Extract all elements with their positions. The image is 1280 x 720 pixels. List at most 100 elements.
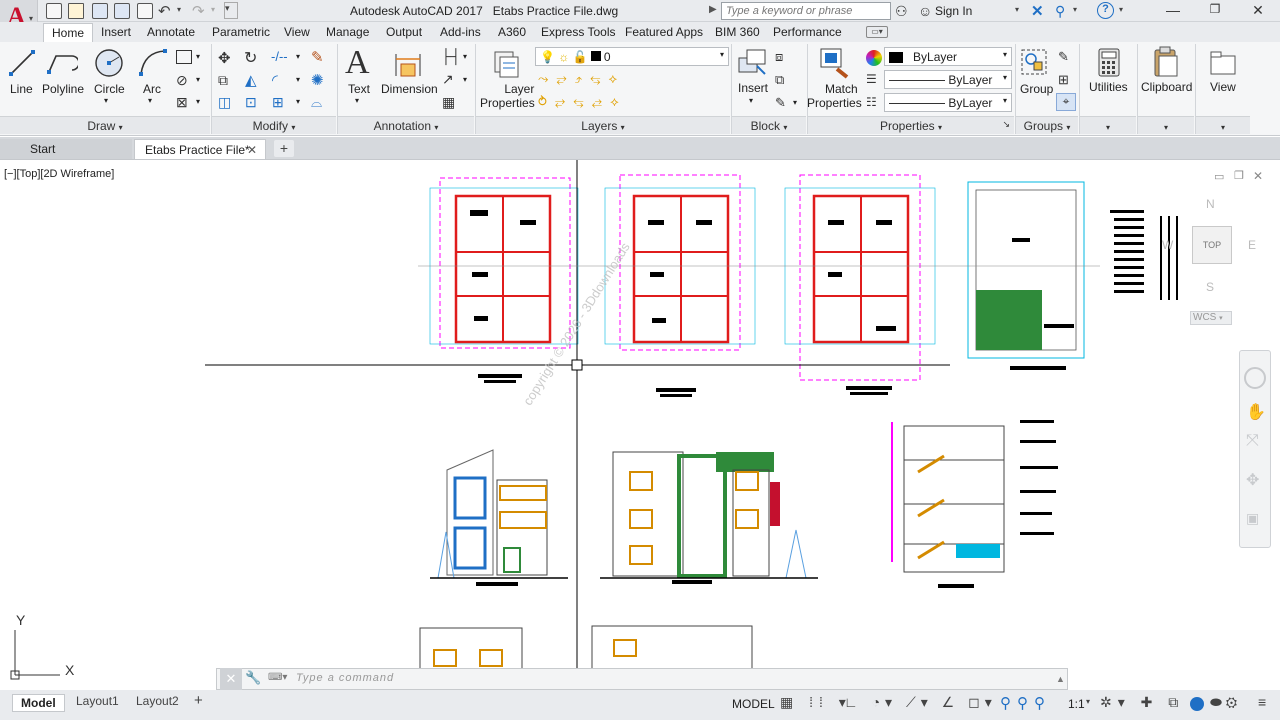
dimension-button[interactable]: Dimension: [381, 82, 438, 96]
boundary-icon[interactable]: ⊠: [176, 94, 188, 111]
new-layout-icon[interactable]: +: [194, 692, 203, 709]
insert-dropdown-icon[interactable]: ▾: [749, 96, 753, 105]
layer-dropdown[interactable]: 💡 ☼ 🔓 0 ▾: [535, 47, 729, 66]
match-properties-button[interactable]: Match Properties: [807, 82, 869, 110]
table-icon[interactable]: ▦: [442, 94, 455, 111]
circle-dropdown-icon[interactable]: ▾: [104, 96, 108, 105]
linear-dimension-icon[interactable]: ├┤: [441, 48, 461, 64]
save-as-icon[interactable]: [114, 3, 130, 19]
offset-icon[interactable]: ⌓: [311, 94, 322, 111]
create-block-icon[interactable]: ⧈: [775, 49, 783, 65]
close-tab-icon[interactable]: ✕: [247, 143, 257, 157]
fillet-dropdown-icon[interactable]: ▾: [296, 75, 300, 84]
new-file-icon[interactable]: [46, 3, 62, 19]
clipboard-panel-footer[interactable]: ▾: [1138, 116, 1194, 134]
ribbon-minimize-icon[interactable]: ▭▾: [866, 26, 888, 38]
layout2-tab[interactable]: Layout2: [130, 694, 185, 708]
group-edit-icon[interactable]: ⊞: [1058, 72, 1069, 88]
groups-panel-footer[interactable]: Groups ▾: [1016, 116, 1078, 134]
edit-block-icon[interactable]: ⧉: [775, 72, 784, 88]
model-layout-tab[interactable]: Model: [12, 694, 65, 712]
model-space-button[interactable]: MODEL: [732, 697, 775, 711]
viewcube-top-face[interactable]: TOP: [1192, 226, 1232, 264]
line-button[interactable]: Line: [10, 82, 33, 96]
properties-dialog-launcher-icon[interactable]: ↘: [1002, 119, 1010, 130]
array-icon[interactable]: ⊞: [272, 94, 284, 111]
wcs-menu[interactable]: WCS ▾: [1190, 311, 1232, 325]
help-icon[interactable]: ?: [1097, 2, 1114, 19]
viewcube-south-label[interactable]: S: [1206, 280, 1214, 294]
start-tab[interactable]: Start: [0, 139, 132, 159]
draw-panel-footer[interactable]: Draw ▾: [0, 116, 210, 134]
undo-icon[interactable]: ↶: [158, 2, 171, 20]
tab-insert[interactable]: Insert: [101, 23, 131, 41]
clipboard-button[interactable]: Clipboard: [1141, 80, 1192, 94]
circle-button[interactable]: Circle: [94, 82, 125, 96]
rotate-icon[interactable]: ↻: [244, 48, 257, 68]
group-button[interactable]: Group: [1020, 82, 1053, 96]
viewport-close-icon[interactable]: ✕: [1253, 169, 1263, 183]
sign-in-button[interactable]: Sign In: [935, 4, 972, 18]
status-toggles-mid[interactable]: ∟ ◔▾ ⟋▾ ∠ ◻▾: [844, 694, 997, 711]
layer-tools-row2[interactable]: ⥁⥂⥃⥄⟡: [538, 94, 627, 110]
redo-dropdown-icon[interactable]: ▾: [211, 5, 215, 14]
erase-icon[interactable]: ✎: [311, 48, 324, 66]
viewport-controls-label[interactable]: [−][Top][2D Wireframe]: [4, 168, 114, 180]
insert-button[interactable]: Insert: [738, 81, 768, 95]
layers-panel-footer[interactable]: Layers ▾: [476, 116, 730, 134]
command-input[interactable]: Type a command: [296, 672, 394, 684]
tab-manage[interactable]: Manage: [326, 23, 369, 41]
tab-add-ins[interactable]: Add-ins: [440, 23, 481, 41]
viewport-restore-icon[interactable]: ❐: [1234, 169, 1244, 182]
utilities-panel-footer[interactable]: ▾: [1080, 116, 1136, 134]
rectangle-dropdown-icon[interactable]: ▾: [196, 52, 200, 61]
viewcube-east-label[interactable]: E: [1248, 238, 1256, 252]
hatch-icon[interactable]: ⊘: [176, 72, 188, 89]
exchange-apps-icon[interactable]: ✕: [1031, 2, 1044, 20]
isolate-objects-icon[interactable]: ⬬ ⚙: [1210, 694, 1237, 711]
polyline-button[interactable]: Polyline: [42, 82, 84, 96]
arc-dropdown-icon[interactable]: ▾: [148, 96, 152, 105]
tab-annotate[interactable]: Annotate: [147, 23, 195, 41]
scale-icon[interactable]: ⊡: [245, 94, 257, 111]
customize-qat-icon[interactable]: ▾: [224, 2, 238, 19]
fillet-icon[interactable]: ◜: [272, 71, 278, 89]
help-dropdown-icon[interactable]: ▾: [1119, 5, 1123, 14]
redo-icon[interactable]: ↷: [192, 2, 205, 20]
status-toggles-left[interactable]: ▦ ⁞⁞ ▾: [780, 694, 852, 711]
open-file-icon[interactable]: [68, 3, 84, 19]
leader-dropdown-icon[interactable]: ▾: [463, 75, 467, 84]
recent-commands-icon[interactable]: ⌨▾: [268, 672, 287, 683]
tab-performance[interactable]: Performance: [773, 23, 842, 41]
edit-attributes-icon[interactable]: ✎: [775, 95, 786, 111]
save-icon[interactable]: [92, 3, 108, 19]
binoculars-icon[interactable]: ⚇: [895, 3, 908, 20]
tab-a360[interactable]: A360: [498, 23, 526, 41]
arc-button[interactable]: Arc: [143, 82, 161, 96]
text-button[interactable]: Text: [348, 82, 370, 96]
close-window-icon[interactable]: ✕: [1243, 2, 1273, 20]
steering-wheel-icon[interactable]: [1244, 367, 1266, 389]
annotation-scale[interactable]: 1:1: [1068, 697, 1085, 711]
view-button[interactable]: View: [1210, 80, 1236, 94]
stay-connected-dropdown-icon[interactable]: ▾: [1073, 5, 1077, 14]
tab-featured-apps[interactable]: Featured Apps: [625, 23, 703, 41]
explode-icon[interactable]: ✺: [311, 71, 324, 89]
rectangle-icon[interactable]: [176, 50, 192, 64]
hatch-dropdown-icon[interactable]: ▾: [196, 75, 200, 84]
restore-icon[interactable]: ❐: [1200, 2, 1230, 20]
pan-icon[interactable]: ✋: [1246, 402, 1266, 422]
hardware-acceleration-icon[interactable]: [1190, 697, 1204, 711]
view-panel-footer[interactable]: ▾: [1196, 116, 1250, 134]
active-file-tab[interactable]: Etabs Practice File* ✕: [134, 139, 266, 159]
modify-panel-footer[interactable]: Modify ▾: [212, 116, 336, 134]
customize-command-icon[interactable]: 🔧: [245, 670, 261, 686]
color-dropdown[interactable]: ByLayer ▾: [884, 47, 1012, 66]
properties-panel-footer[interactable]: Properties ▾ ↘: [808, 116, 1014, 134]
text-dropdown-icon[interactable]: ▾: [355, 96, 359, 105]
showmotion-icon[interactable]: ▣: [1246, 510, 1259, 527]
close-command-line-icon[interactable]: ✕: [220, 668, 242, 690]
zoom-extents-icon[interactable]: ⤧: [1246, 432, 1259, 450]
new-tab-icon[interactable]: +: [274, 140, 294, 157]
undo-dropdown-icon[interactable]: ▾: [177, 5, 181, 14]
